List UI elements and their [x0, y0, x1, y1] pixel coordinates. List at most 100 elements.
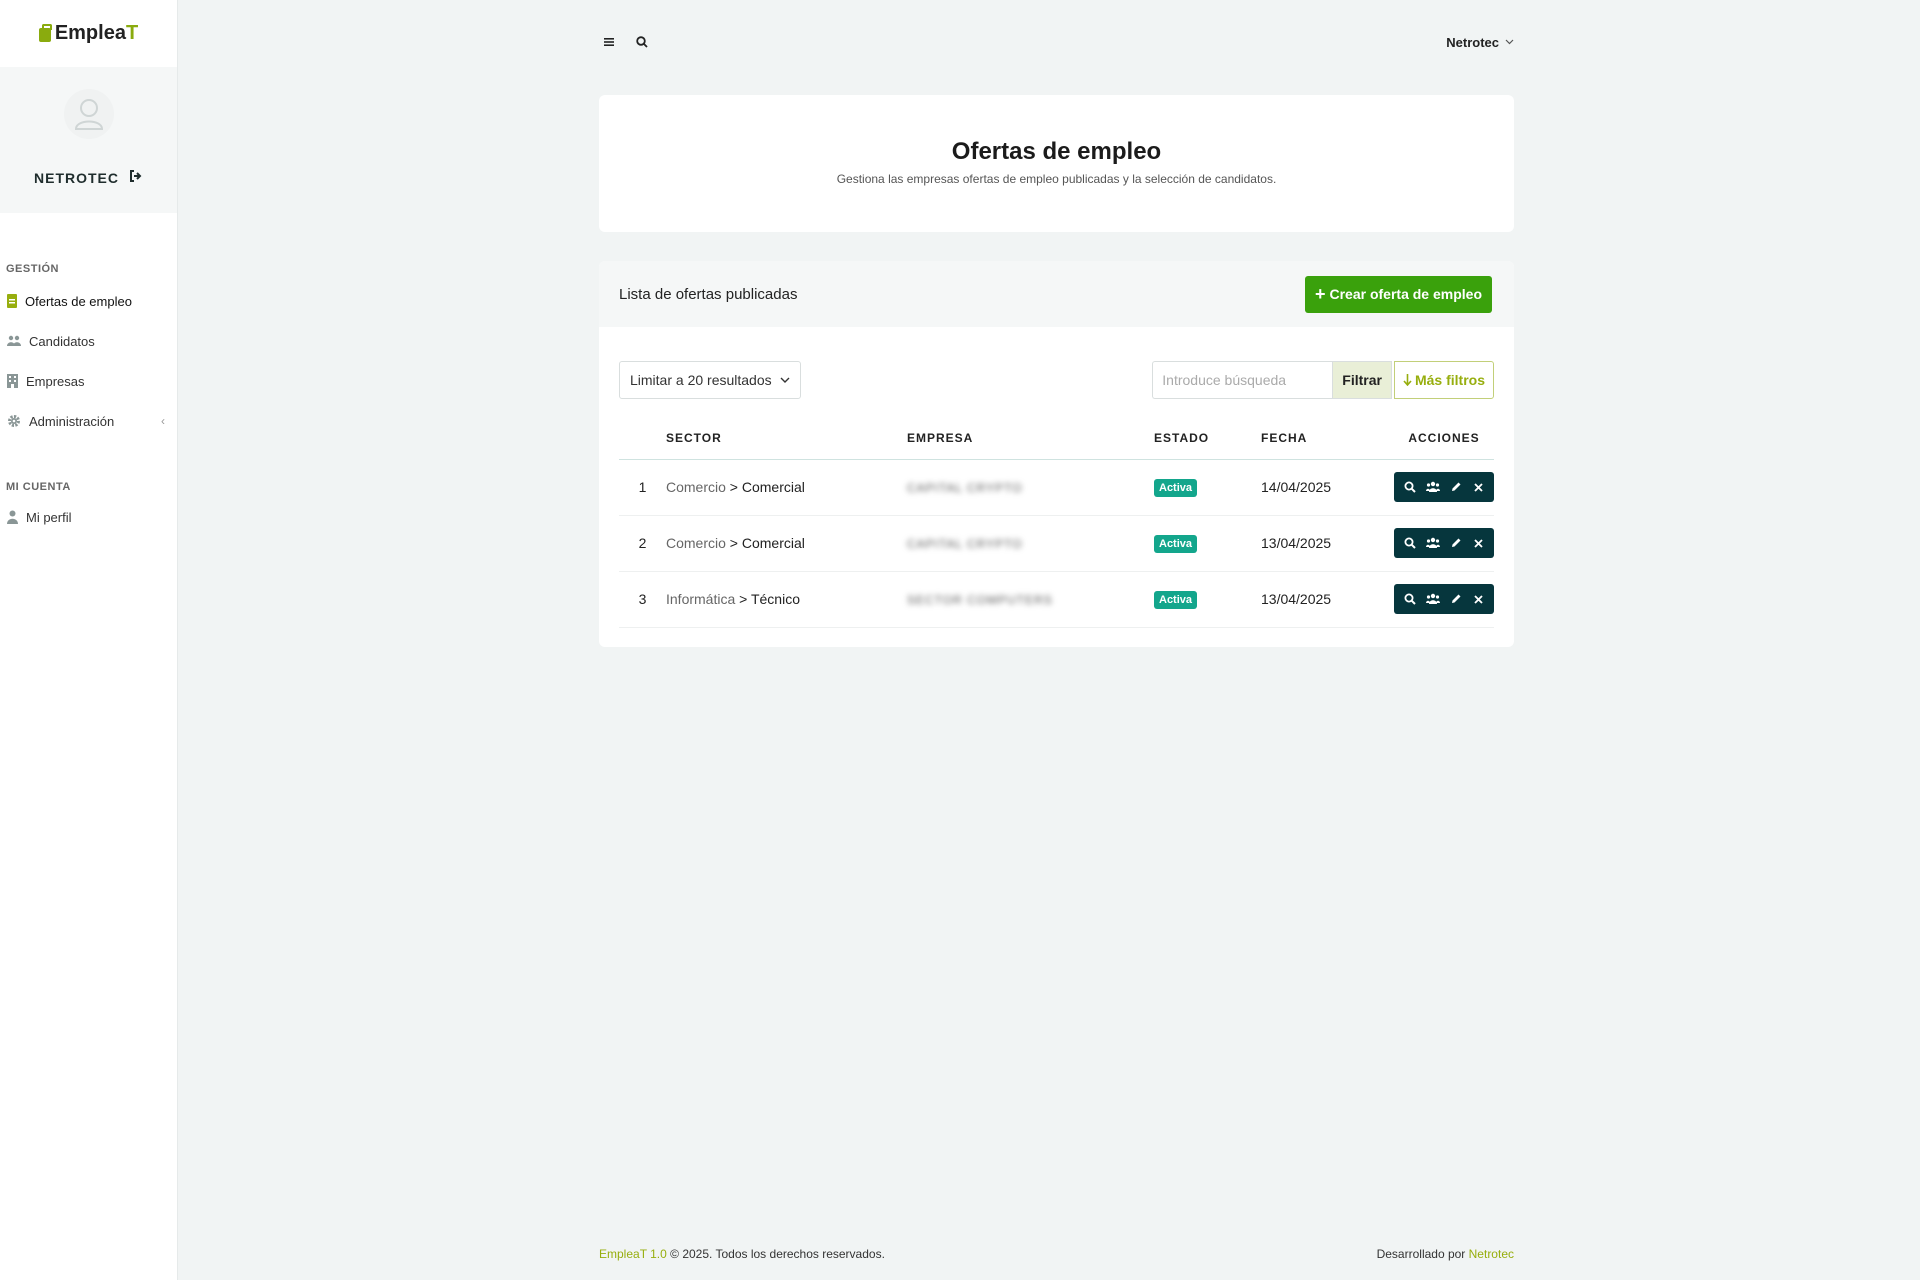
- sidebar-item-candidatos[interactable]: Candidatos: [0, 321, 177, 361]
- view-icon[interactable]: [1398, 472, 1421, 502]
- column-number: [619, 417, 666, 460]
- profile-panel: NETROTEC: [0, 67, 177, 213]
- delete-icon[interactable]: [1467, 584, 1490, 614]
- delete-icon[interactable]: [1467, 528, 1490, 558]
- edit-icon[interactable]: [1444, 584, 1467, 614]
- column-acciones: ACCIONES: [1394, 417, 1494, 460]
- logo-text-accent: T: [125, 22, 139, 44]
- column-estado[interactable]: ESTADO: [1154, 417, 1261, 460]
- sidebar-item-label: Ofertas de empleo: [25, 293, 132, 309]
- offers-table: SECTOR EMPRESA ESTADO FECHA ACCIONES 1 C…: [619, 417, 1494, 628]
- create-offer-label: Crear oferta de empleo: [1329, 286, 1483, 302]
- chevron-down-icon: [780, 377, 790, 383]
- list-controls: Limitar a 20 resultados Filtrar Más filt…: [619, 361, 1494, 399]
- row-empresa: SECTOR COMPUTERS: [907, 571, 1154, 628]
- footer: EmpleaT 1.0 © 2025. Todos los derechos r…: [599, 1247, 1514, 1261]
- sector-parent: Informática: [666, 591, 736, 607]
- column-empresa[interactable]: EMPRESA: [907, 417, 1154, 460]
- table-row: 2 Comercio > Comercial CAPITAL CRYPTO Ac…: [619, 515, 1494, 572]
- row-number: 1: [619, 459, 666, 516]
- more-filters-label: Más filtros: [1414, 372, 1485, 388]
- list-title: Lista de ofertas publicadas: [619, 285, 798, 303]
- sector-parent: Comercio: [666, 479, 726, 495]
- candidates-icon[interactable]: [1421, 472, 1444, 502]
- row-fecha: 13/04/2025: [1261, 515, 1394, 572]
- sector-child: Técnico: [750, 591, 800, 607]
- sector-parent: Comercio: [666, 535, 726, 551]
- row-estado: Activa: [1154, 571, 1261, 628]
- row-actions: [1394, 459, 1494, 516]
- sector-child: Comercial: [741, 479, 805, 495]
- delete-icon[interactable]: [1467, 472, 1490, 502]
- logout-icon[interactable]: [129, 169, 143, 186]
- nav-section-gestion: GESTIÓN: [6, 263, 60, 275]
- column-fecha[interactable]: FECHA: [1261, 417, 1394, 460]
- status-badge: Activa: [1154, 590, 1198, 609]
- avatar: [63, 89, 114, 139]
- chevron-left-icon: ‹: [161, 414, 165, 428]
- chevron-down-icon: [1505, 39, 1514, 45]
- plus-icon: +: [1314, 284, 1326, 304]
- users-icon: [7, 335, 21, 346]
- view-icon[interactable]: [1398, 584, 1421, 614]
- limit-select-value: Limitar a 20 resultados: [630, 372, 772, 388]
- empresa-name-blurred: CAPITAL CRYPTO: [907, 481, 1023, 495]
- profile-name: NETROTEC: [34, 169, 119, 186]
- footer-copyright: © 2025. Todos los derechos reservados.: [666, 1247, 885, 1261]
- footer-dev-link[interactable]: Netrotec: [1469, 1247, 1514, 1261]
- logo-text-main: Emplea: [54, 22, 126, 44]
- more-filters-button[interactable]: Más filtros: [1393, 361, 1494, 399]
- candidates-icon[interactable]: [1421, 528, 1444, 558]
- candidates-icon[interactable]: [1421, 584, 1444, 614]
- topbar: Netrotec: [599, 30, 1514, 54]
- view-icon[interactable]: [1398, 528, 1421, 558]
- offers-list-card: Lista de ofertas publicadas + Crear ofer…: [599, 261, 1514, 647]
- list-header: Lista de ofertas publicadas + Crear ofer…: [599, 261, 1514, 327]
- nav-section-cuenta: MI CUENTA: [6, 481, 71, 493]
- footer-dev-prefix: Desarrollado por: [1376, 1247, 1469, 1261]
- filter-button[interactable]: Filtrar: [1332, 361, 1392, 399]
- row-fecha: 14/04/2025: [1261, 459, 1394, 516]
- empresa-name-blurred: SECTOR COMPUTERS: [907, 593, 1053, 607]
- logo[interactable]: Emplea T: [0, 0, 177, 67]
- table-row: 3 Informática > Técnico SECTOR COMPUTERS…: [619, 571, 1494, 628]
- row-actions: [1394, 515, 1494, 572]
- briefcase-icon: [38, 24, 52, 42]
- create-offer-button[interactable]: + Crear oferta de empleo: [1304, 275, 1492, 313]
- empresa-name-blurred: CAPITAL CRYPTO: [907, 537, 1023, 551]
- sidebar-item-mi-perfil[interactable]: Mi perfil: [0, 497, 177, 537]
- edit-icon[interactable]: [1444, 472, 1467, 502]
- row-estado: Activa: [1154, 459, 1261, 516]
- sidebar-item-label: Administración: [29, 413, 115, 429]
- sidebar-item-ofertas[interactable]: Ofertas de empleo: [0, 281, 177, 321]
- page-header-card: Ofertas de empleo Gestiona las empresas …: [599, 95, 1514, 232]
- sidebar-item-empresas[interactable]: Empresas: [0, 361, 177, 401]
- footer-right: Desarrollado por Netrotec: [1377, 1247, 1514, 1261]
- building-icon: [7, 374, 18, 388]
- user-menu-label: Netrotec: [1446, 34, 1499, 50]
- search-group: Filtrar Más filtros: [1152, 361, 1494, 399]
- edit-icon[interactable]: [1444, 528, 1467, 558]
- sidebar-item-label: Empresas: [26, 373, 85, 389]
- footer-left: EmpleaT 1.0 © 2025. Todos los derechos r…: [599, 1247, 885, 1261]
- limit-select[interactable]: Limitar a 20 resultados: [619, 361, 801, 399]
- menu-icon[interactable]: [599, 32, 619, 52]
- row-actions: [1394, 571, 1494, 628]
- status-badge: Activa: [1154, 478, 1198, 497]
- sidebar-item-label: Candidatos: [29, 333, 95, 349]
- sidebar-item-administracion[interactable]: Administración ‹: [0, 401, 177, 441]
- row-empresa: CAPITAL CRYPTO: [907, 459, 1154, 516]
- table-header-row: SECTOR EMPRESA ESTADO FECHA ACCIONES: [619, 417, 1494, 460]
- user-placeholder-icon: [74, 99, 103, 130]
- column-sector[interactable]: SECTOR: [666, 417, 907, 460]
- search-icon[interactable]: [632, 32, 652, 52]
- sector-child: Comercial: [741, 535, 805, 551]
- table-row: 1 Comercio > Comercial CAPITAL CRYPTO Ac…: [619, 459, 1494, 516]
- status-badge: Activa: [1154, 534, 1198, 553]
- user-icon: [7, 510, 18, 524]
- search-input[interactable]: [1152, 361, 1333, 399]
- footer-brand-link[interactable]: EmpleaT 1.0: [599, 1247, 667, 1261]
- row-number: 3: [619, 571, 666, 628]
- user-menu[interactable]: Netrotec: [1446, 35, 1514, 50]
- arrow-down-icon: [1403, 374, 1412, 386]
